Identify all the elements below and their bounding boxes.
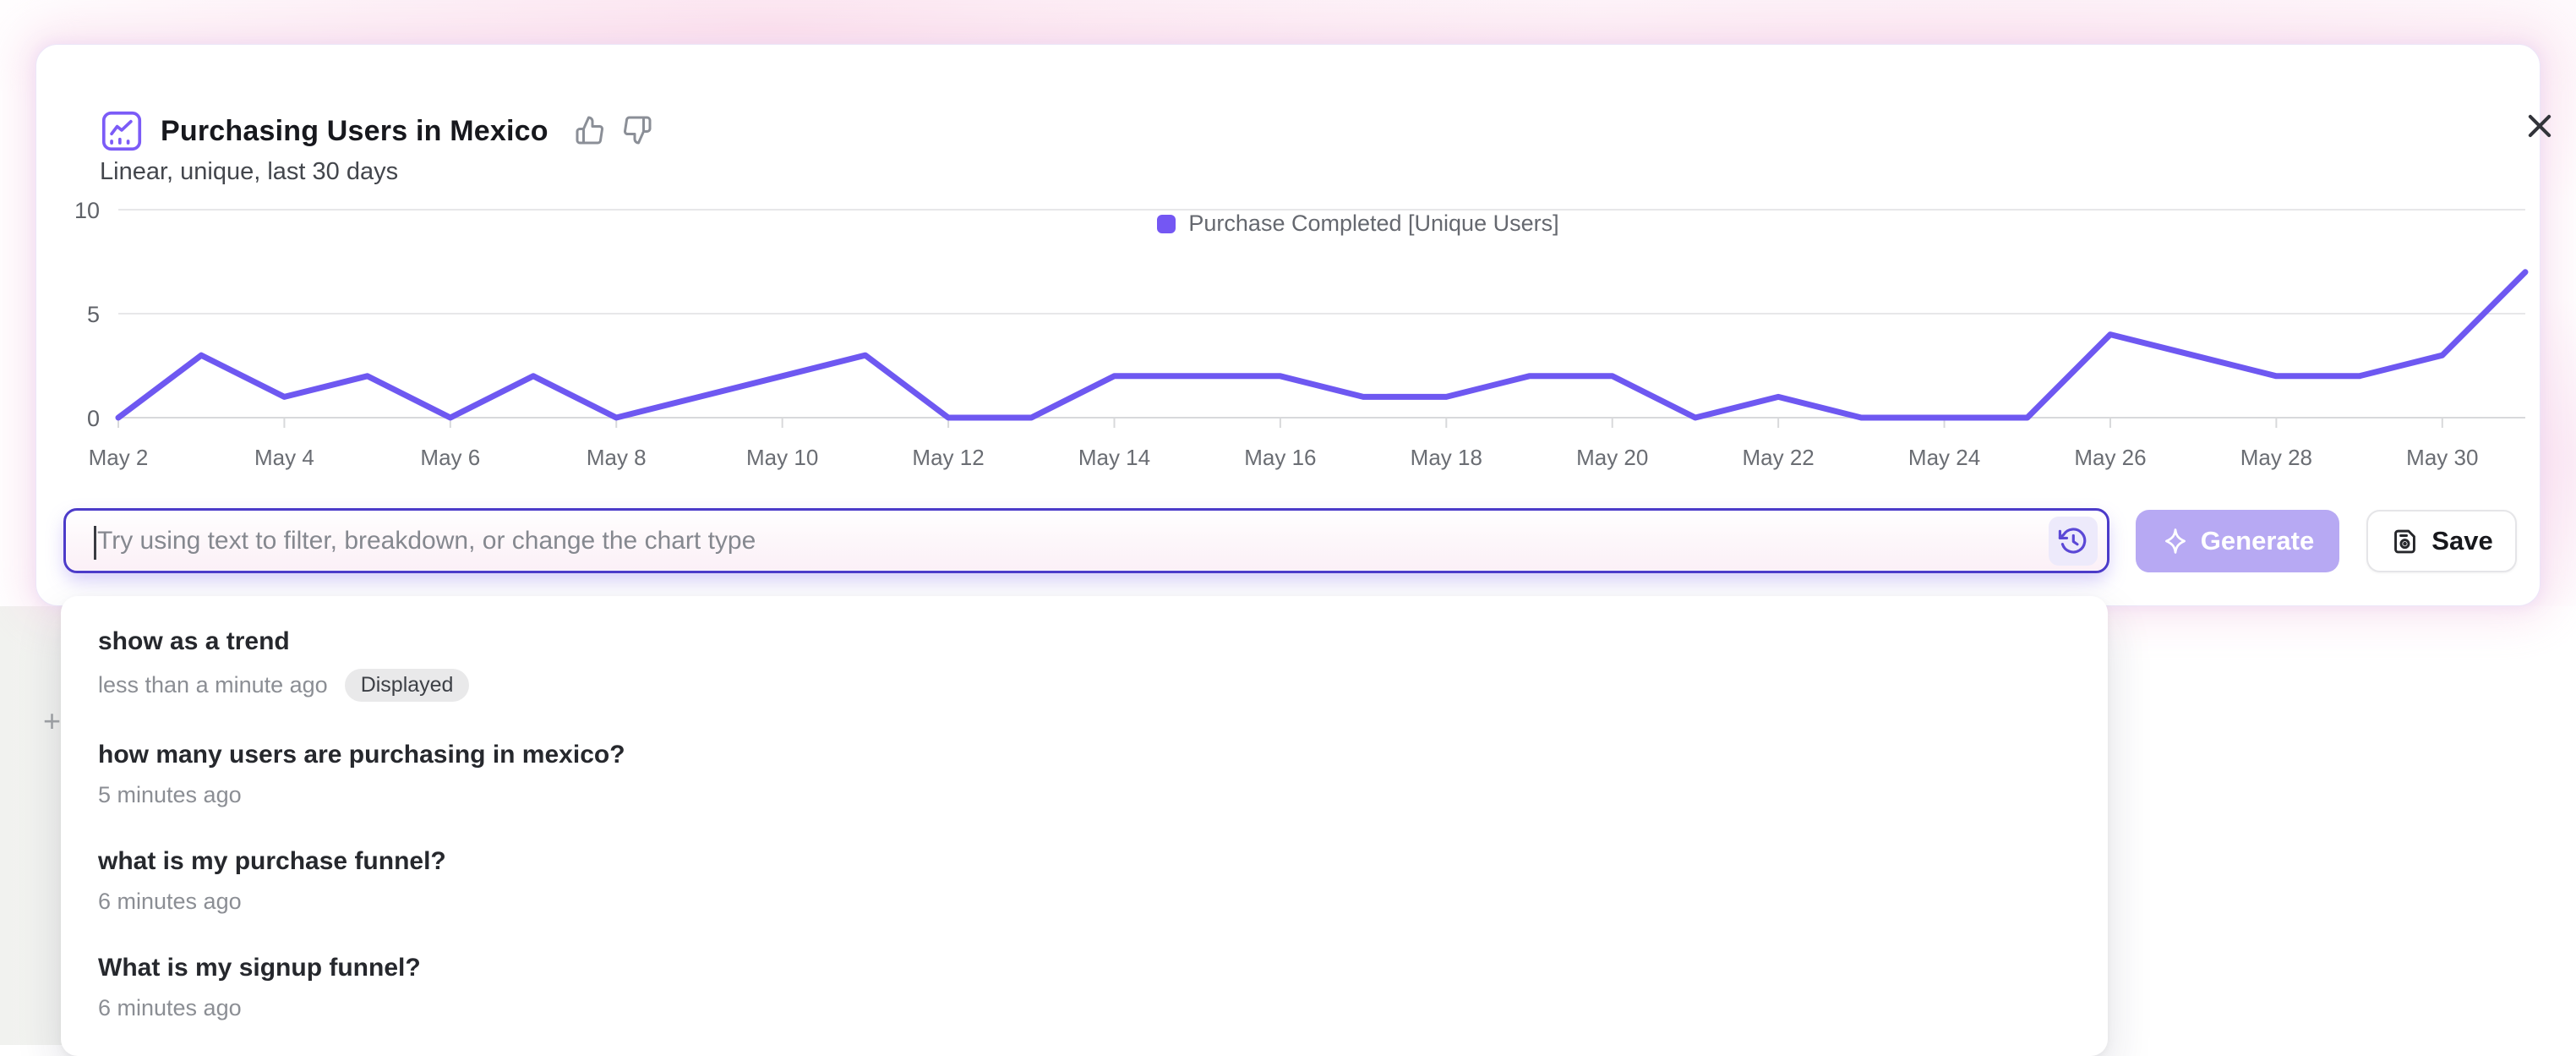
svg-text:5: 5 xyxy=(87,302,100,327)
history-item[interactable]: What is my signup funnel? 6 minutes ago xyxy=(61,934,2108,1041)
svg-text:May 18: May 18 xyxy=(1411,445,1482,470)
ai-prompt-bar xyxy=(63,508,2109,573)
history-query: show as a trend xyxy=(98,627,2071,656)
thumbs-down-icon xyxy=(622,115,652,145)
svg-text:May 20: May 20 xyxy=(1576,445,1648,470)
svg-text:May 14: May 14 xyxy=(1078,445,1150,470)
thumbs-up-button[interactable] xyxy=(574,115,606,147)
chart-line-icon xyxy=(100,109,144,153)
history-timestamp: 5 minutes ago xyxy=(98,782,242,808)
history-item[interactable]: what is my purchase funnel? 6 minutes ag… xyxy=(61,828,2108,934)
history-timestamp: less than a minute ago xyxy=(98,672,328,698)
save-label: Save xyxy=(2431,526,2492,556)
sparkle-icon xyxy=(2161,527,2190,555)
history-timestamp: 6 minutes ago xyxy=(98,995,242,1021)
history-timestamp: 6 minutes ago xyxy=(98,889,242,915)
line-chart-plot: 0 5 10 May 2 May 4 May 6 May 8 May 10 May 12 May … xyxy=(0,159,2576,490)
history-query: how many users are purchasing in mexico? xyxy=(98,741,2071,769)
svg-text:May 12: May 12 xyxy=(912,445,984,470)
displayed-badge: Displayed xyxy=(345,669,470,702)
history-item[interactable]: how many users are purchasing in mexico?… xyxy=(61,721,2108,828)
svg-text:May 8: May 8 xyxy=(587,445,647,470)
page-title: Purchasing Users in Mexico xyxy=(161,115,548,148)
generate-button[interactable]: Generate xyxy=(2136,510,2339,572)
svg-text:May 10: May 10 xyxy=(746,445,818,470)
svg-text:May 4: May 4 xyxy=(254,445,314,470)
svg-text:0: 0 xyxy=(87,406,100,431)
history-clock-icon xyxy=(2058,526,2088,556)
svg-text:May 16: May 16 xyxy=(1244,445,1316,470)
history-query: What is my signup funnel? xyxy=(98,954,2071,982)
generate-label: Generate xyxy=(2201,526,2314,556)
text-caret xyxy=(94,526,96,560)
save-icon xyxy=(2390,527,2420,556)
thumbs-up-icon xyxy=(575,115,605,145)
svg-text:May 6: May 6 xyxy=(420,445,480,470)
svg-text:10: 10 xyxy=(74,198,100,223)
prompt-input[interactable] xyxy=(66,511,2049,571)
svg-text:May 2: May 2 xyxy=(89,445,149,470)
svg-text:May 24: May 24 xyxy=(1908,445,1980,470)
close-icon xyxy=(2524,110,2556,142)
thumbs-down-button[interactable] xyxy=(621,115,653,147)
svg-text:May 22: May 22 xyxy=(1743,445,1815,470)
svg-text:May 26: May 26 xyxy=(2074,445,2146,470)
svg-text:May 28: May 28 xyxy=(2240,445,2312,470)
svg-text:May 30: May 30 xyxy=(2406,445,2478,470)
close-button[interactable] xyxy=(2519,107,2560,147)
history-query: what is my purchase funnel? xyxy=(98,847,2071,876)
prompt-history-dropdown: show as a trend less than a minute ago D… xyxy=(61,596,2108,1056)
history-button[interactable] xyxy=(2049,517,2098,566)
history-item[interactable]: show as a trend less than a minute ago D… xyxy=(61,608,2108,721)
save-button[interactable]: Save xyxy=(2366,510,2517,572)
plus-cursor-glyph: + xyxy=(43,703,61,739)
